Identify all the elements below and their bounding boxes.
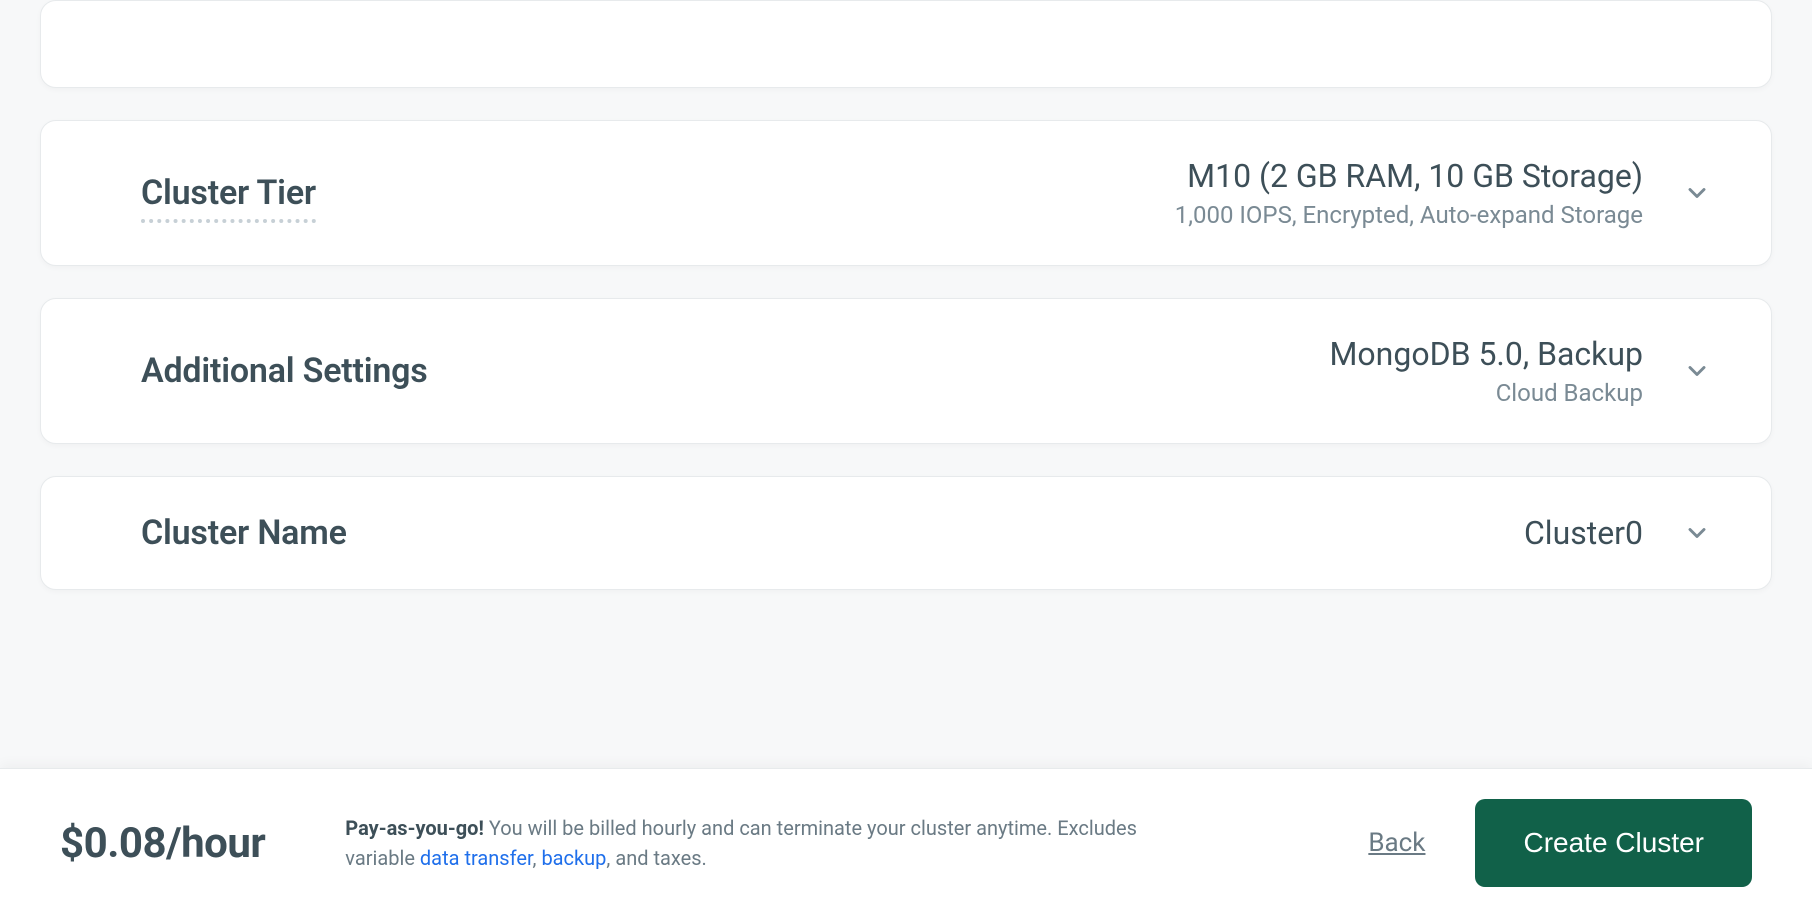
cluster-tier-card[interactable]: Cluster Tier M10 (2 GB RAM, 10 GB Storag… (40, 120, 1772, 266)
pricing-description: Pay-as-you-go! You will be billed hourly… (345, 813, 1205, 873)
backup-link[interactable]: backup (541, 846, 606, 870)
cluster-name-value: Cluster0 (1524, 514, 1643, 552)
chevron-down-icon (1683, 519, 1711, 547)
additional-settings-value: MongoDB 5.0, Backup (1329, 335, 1643, 373)
cluster-tier-title: Cluster Tier (141, 173, 316, 223)
cluster-tier-value: M10 (2 GB RAM, 10 GB Storage) (1175, 157, 1643, 195)
chevron-down-icon (1683, 179, 1711, 207)
price-label: $0.08/hour (60, 819, 265, 868)
additional-settings-card[interactable]: Additional Settings MongoDB 5.0, Backup … (40, 298, 1772, 444)
payg-bold: Pay-as-you-go! (345, 816, 484, 840)
data-transfer-link[interactable]: data transfer (420, 846, 533, 870)
chevron-down-icon (1683, 357, 1711, 385)
additional-settings-subvalue: Cloud Backup (1329, 379, 1643, 407)
footer-bar: $0.08/hour Pay-as-you-go! You will be bi… (0, 768, 1812, 917)
previous-section-card[interactable] (40, 0, 1772, 88)
additional-settings-title: Additional Settings (141, 351, 428, 391)
cluster-tier-subvalue: 1,000 IOPS, Encrypted, Auto-expand Stora… (1175, 201, 1643, 229)
cluster-name-title: Cluster Name (141, 513, 347, 553)
create-cluster-button[interactable]: Create Cluster (1475, 799, 1752, 887)
back-button[interactable]: Back (1368, 828, 1425, 858)
cluster-name-card[interactable]: Cluster Name Cluster0 (40, 476, 1772, 590)
